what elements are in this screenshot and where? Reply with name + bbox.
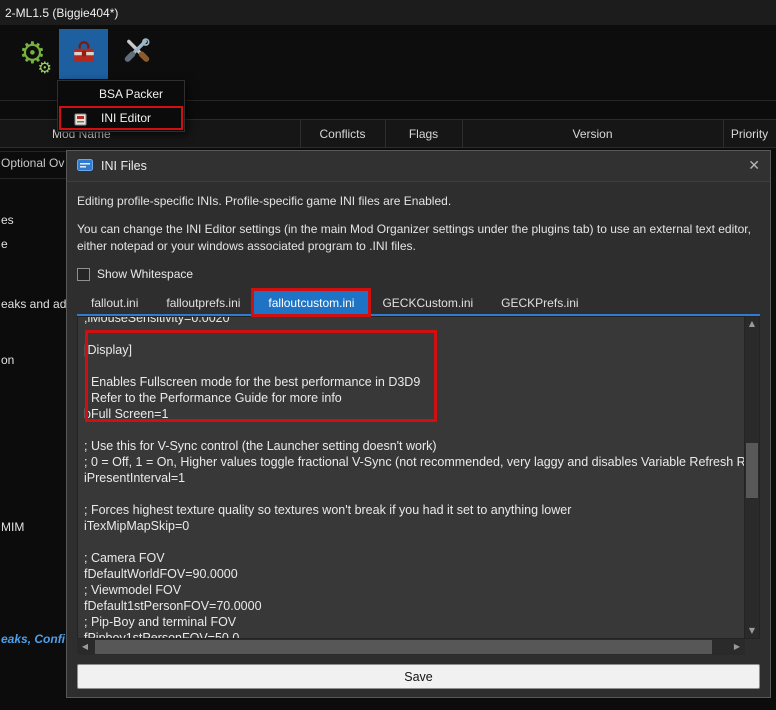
tools-menu-button[interactable] [59, 29, 108, 79]
tab-geckprefs-ini[interactable]: GECKPrefs.ini [487, 291, 592, 314]
ini-editor-textarea[interactable]: ;iMouseSensitivity=0.0020 [Display] ; En… [78, 317, 744, 638]
ini-line: [Display] [84, 343, 132, 357]
ini-line: ; Camera FOV [84, 551, 165, 565]
column-flags[interactable]: Flags [385, 120, 462, 147]
menu-item-label: INI Editor [101, 111, 152, 125]
ini-editor-area: ;iMouseSensitivity=0.0020 [Display] ; En… [77, 316, 760, 639]
mod-row[interactable]: on [1, 353, 14, 367]
dialog-body: Editing profile-specific INIs. Profile-s… [67, 182, 770, 697]
mod-row[interactable]: eaks and add [1, 297, 73, 311]
list-divider [0, 178, 66, 179]
mod-row[interactable]: e [1, 237, 8, 251]
window-title: 2-ML1.5 (Biggie404*) [5, 5, 119, 20]
scroll-left-icon[interactable]: ◀ [77, 639, 93, 655]
show-whitespace-row: Show Whitespace [77, 267, 760, 281]
ini-line: ; Refer to the Performance Guide for mor… [84, 391, 342, 405]
scroll-down-icon[interactable]: ▼ [745, 625, 759, 637]
wrench-screwdriver-icon [123, 37, 151, 71]
dialog-titlebar: INI Files ✕ [67, 151, 770, 182]
column-divider [462, 120, 463, 147]
ini-line: ; Use this for V-Sync control (the Launc… [84, 439, 437, 453]
horizontal-scroll-track[interactable] [93, 639, 729, 655]
ini-line: ; Enables Fullscreen mode for the best p… [84, 375, 421, 389]
ini-line [84, 486, 744, 502]
tab-geckcustom-ini[interactable]: GECKCustom.ini [368, 291, 487, 314]
tools-dropdown-menu: BSA Packer INI Editor [57, 80, 185, 132]
vertical-scrollbar[interactable]: ▲ ▼ [744, 317, 759, 638]
ini-line: ; Viewmodel FOV [84, 583, 182, 597]
dialog-title: INI Files [101, 159, 147, 173]
window-titlebar: 2-ML1.5 (Biggie404*) [0, 0, 776, 25]
ini-file-tabs: fallout.ini falloutprefs.ini falloutcust… [77, 288, 760, 317]
horizontal-scrollbar[interactable]: ◀ ▶ [77, 639, 745, 655]
list-divider [0, 151, 66, 152]
ini-line: ;iMouseSensitivity=0.0020 [84, 317, 230, 325]
show-whitespace-checkbox[interactable] [77, 267, 90, 281]
vertical-scroll-thumb[interactable] [746, 443, 758, 498]
mod-row[interactable]: es [1, 213, 14, 227]
mod-row[interactable]: Optional Ov [1, 156, 64, 170]
gear-small-icon: ⚙ [37, 58, 52, 77]
ini-line: fDefaultWorldFOV=90.0000 [84, 567, 238, 581]
scroll-up-icon[interactable]: ▲ [745, 318, 759, 330]
ini-line [84, 422, 744, 438]
menu-item-ini-editor[interactable]: INI Editor [59, 106, 183, 130]
tools-button[interactable] [112, 29, 161, 79]
ini-line: bFull Screen=1 [84, 407, 169, 421]
ini-line: iTexMipMapSkip=0 [84, 519, 190, 533]
tab-fallout-ini[interactable]: fallout.ini [77, 291, 152, 314]
ini-line [84, 358, 744, 374]
horizontal-scroll-thumb[interactable] [95, 640, 712, 654]
ini-line: ; 0 = Off, 1 = On, Higher values toggle … [84, 455, 744, 469]
ini-editor-description: You can change the INI Editor settings (… [77, 222, 751, 253]
column-priority[interactable]: Priority [723, 120, 776, 147]
column-conflicts[interactable]: Conflicts [300, 120, 385, 147]
column-divider [300, 120, 301, 147]
ini-line: fPipboy1stPersonFOV=50.0 [84, 631, 240, 638]
ini-files-dialog: INI Files ✕ Editing profile-specific INI… [66, 150, 771, 698]
scroll-right-icon[interactable]: ▶ [729, 639, 745, 655]
show-whitespace-label: Show Whitespace [97, 267, 194, 281]
mod-separator-row[interactable]: eaks, Confi [1, 632, 65, 646]
mod-row[interactable]: MIM [1, 520, 24, 534]
ini-line: ; Pip-Boy and terminal FOV [84, 615, 237, 629]
close-icon[interactable]: ✕ [748, 159, 760, 173]
ini-files-window-icon [77, 158, 93, 174]
ini-line: ; Forces highest texture quality so text… [84, 503, 572, 517]
save-button[interactable]: Save [77, 664, 760, 689]
profile-ini-status-text: Editing profile-specific INIs. Profile-s… [77, 194, 452, 208]
tab-falloutcustom-ini[interactable]: falloutcustom.ini [251, 288, 372, 317]
column-divider [385, 120, 386, 147]
ini-line [84, 534, 744, 550]
column-version[interactable]: Version [462, 120, 723, 147]
ini-line: fDefault1stPersonFOV=70.0000 [84, 599, 262, 613]
ini-editor-menu-icon [74, 113, 87, 126]
ini-text-content: ;iMouseSensitivity=0.0020 [Display] ; En… [84, 317, 744, 638]
ini-line [84, 326, 744, 342]
tab-falloutprefs-ini[interactable]: falloutprefs.ini [152, 291, 254, 314]
toolbox-icon [71, 40, 97, 69]
settings-button[interactable]: ⚙ ⚙ [8, 29, 57, 79]
ini-line: iPresentInterval=1 [84, 471, 186, 485]
menu-item-bsa-packer[interactable]: BSA Packer [59, 82, 183, 106]
column-divider [723, 120, 724, 147]
